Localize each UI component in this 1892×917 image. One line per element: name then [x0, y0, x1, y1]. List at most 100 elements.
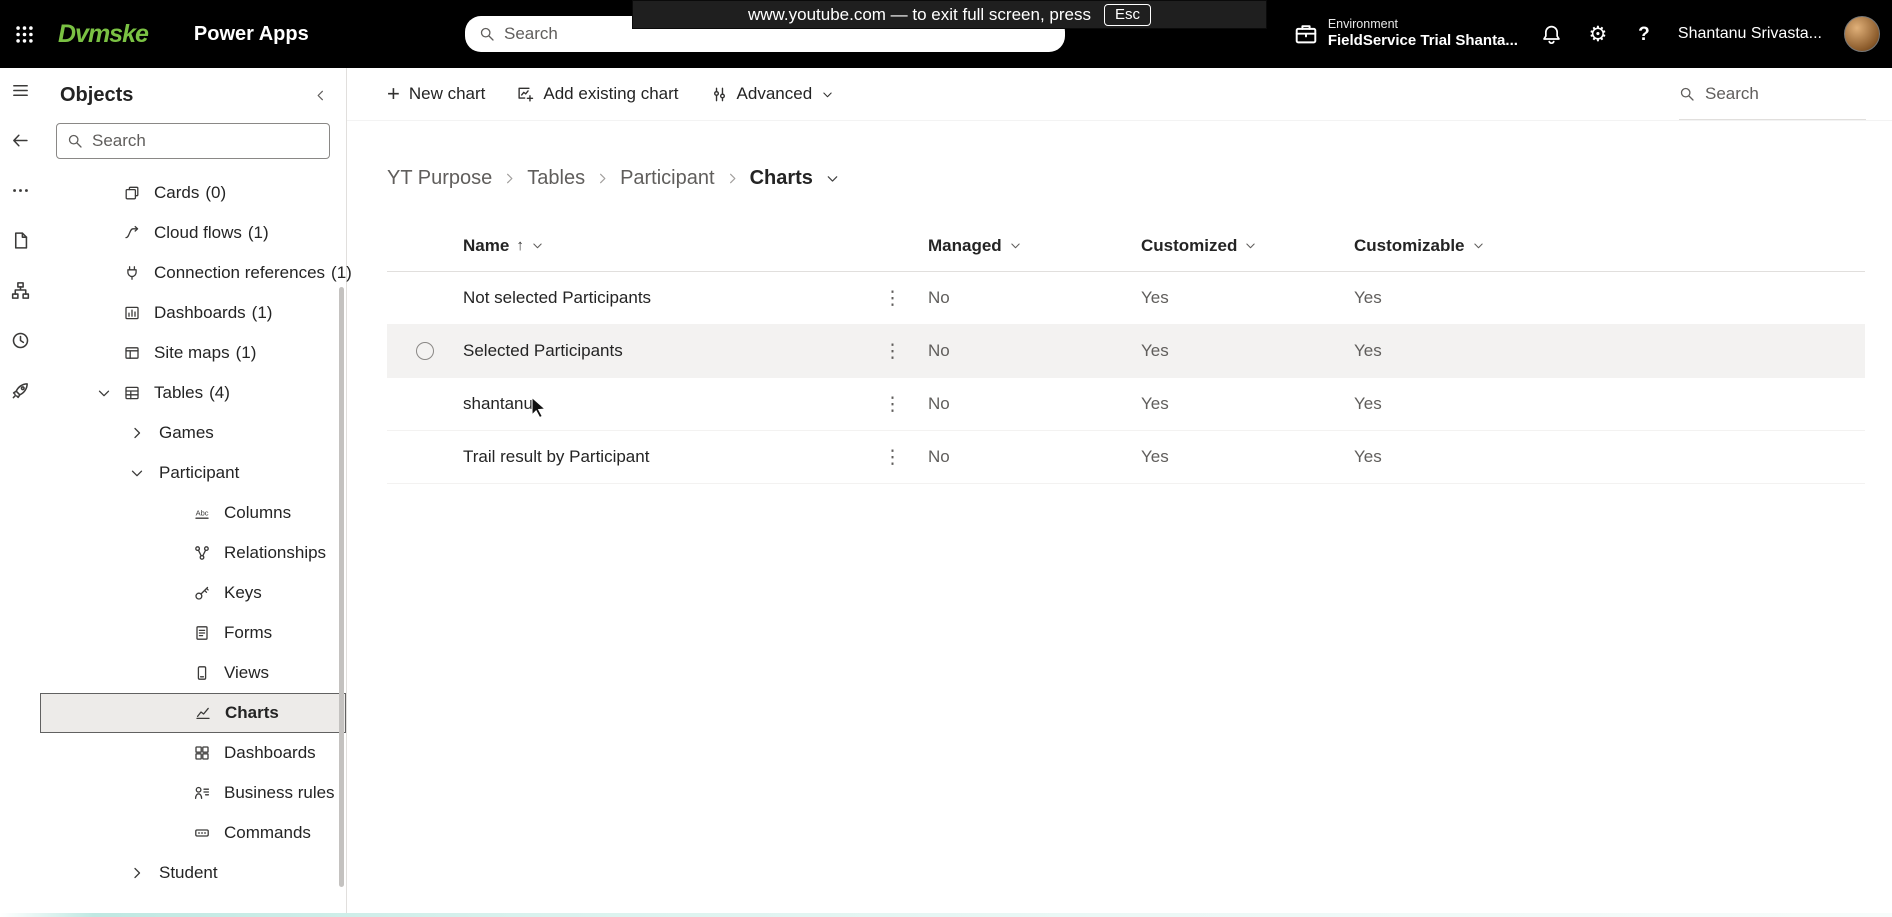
table-row-not-selected-participants[interactable]: Not selected Participants ⋮ No Yes Yes — [387, 272, 1865, 325]
sidebar-item-student[interactable]: Student — [40, 853, 346, 893]
sidebar-item-dashboards[interactable]: Dashboards — [40, 733, 346, 773]
sidebar-item-games[interactable]: Games — [40, 413, 346, 453]
chevron-down-icon[interactable] — [129, 465, 157, 481]
command-bar-search-box[interactable] — [1679, 68, 1866, 120]
rail-menu-button[interactable] — [11, 78, 30, 102]
org-logo[interactable]: Dvmske — [58, 20, 149, 49]
row-radio-button[interactable] — [416, 342, 434, 360]
environment-name: FieldService Trial Shanta... — [1327, 32, 1518, 50]
sidebar-search-box[interactable] — [56, 123, 330, 159]
user-name: Shantanu Srivasta... — [1677, 25, 1822, 42]
advanced-menu-button[interactable]: Advanced — [711, 84, 835, 104]
sidebar-item-views[interactable]: Views — [40, 653, 346, 693]
notifications-button[interactable] — [1540, 24, 1564, 45]
breadcrumb-dropdown-icon[interactable] — [825, 171, 840, 186]
add-existing-chart-button[interactable]: Add existing chart — [517, 84, 679, 104]
app-rail — [0, 68, 40, 913]
sidebar-item-label: Views — [224, 663, 270, 682]
rail-back-button[interactable] — [11, 128, 30, 152]
command-bar-search-input[interactable] — [1705, 83, 1835, 104]
site-map-icon — [124, 345, 152, 361]
breadcrumb-item-charts[interactable]: Charts — [750, 167, 813, 190]
new-chart-button[interactable]: + New chart — [387, 83, 485, 105]
sidebar-item-participant[interactable]: Participant — [40, 453, 346, 493]
breadcrumb-item-participant[interactable]: Participant — [620, 167, 715, 190]
rail-journal-button[interactable] — [11, 228, 30, 252]
help-button[interactable]: ? — [1632, 25, 1656, 44]
top-bar-right: Environment FieldService Trial Shanta...… — [1294, 0, 1892, 68]
sidebar-item-tables[interactable]: Tables (4) — [40, 373, 346, 413]
column-header-managed[interactable]: Managed — [928, 236, 1141, 256]
connection-icon — [124, 265, 152, 281]
chevron-left-icon — [313, 88, 328, 103]
sidebar-item-label: Student — [159, 863, 218, 882]
bell-icon — [1541, 24, 1562, 45]
chevron-right-icon[interactable] — [129, 425, 157, 441]
managed-cell: No — [928, 288, 950, 307]
avatar[interactable] — [1844, 16, 1880, 52]
chevron-down-icon[interactable] — [531, 239, 544, 252]
sidebar-item-charts[interactable]: Charts — [40, 693, 346, 733]
collapse-sidebar-button[interactable] — [313, 88, 328, 103]
chevron-down-icon[interactable] — [1009, 239, 1022, 252]
column-header-name[interactable]: Name ↑ — [463, 236, 883, 256]
column-header-customized[interactable]: Customized — [1141, 236, 1354, 256]
chart-name-link[interactable]: Selected Participants — [463, 341, 883, 361]
command-bar: + New chart Add existing chart Advanced — [347, 68, 1892, 121]
managed-cell: No — [928, 447, 950, 466]
rail-solutions-button[interactable] — [11, 378, 30, 402]
table-row-selected-participants[interactable]: Selected Participants ⋮ No Yes Yes — [387, 325, 1865, 378]
sitemap-icon — [11, 281, 30, 300]
table-row-shantanu[interactable]: shantanu ⋮ No Yes Yes — [387, 378, 1865, 431]
row-select-cell[interactable] — [387, 342, 463, 360]
chart-name-link[interactable]: shantanu — [463, 394, 883, 414]
settings-button[interactable]: ⚙ — [1586, 24, 1610, 45]
sidebar-item-dashboards[interactable]: Dashboards (1) — [40, 293, 346, 333]
sidebar-item-site-maps[interactable]: Site maps (1) — [40, 333, 346, 373]
history-icon — [11, 331, 30, 350]
sidebar-item-keys[interactable]: Keys — [40, 573, 346, 613]
column-header-customizable[interactable]: Customizable — [1354, 236, 1865, 256]
breadcrumb-separator-icon — [595, 171, 610, 186]
sliders-icon — [711, 86, 728, 103]
chevron-down-icon[interactable] — [1244, 239, 1257, 252]
row-more-options-icon[interactable]: ⋮ — [883, 340, 928, 363]
chevron-right-icon[interactable] — [129, 865, 157, 881]
breadcrumb-separator-icon — [725, 171, 740, 186]
sidebar-header: Objects — [40, 68, 346, 121]
customizable-cell: Yes — [1354, 341, 1382, 360]
sidebar-item-cards[interactable]: Cards (0) — [40, 173, 346, 213]
table-row-trail-result-by-participant[interactable]: Trail result by Participant ⋮ No Yes Yes — [387, 431, 1865, 484]
rail-sitemap-button[interactable] — [11, 278, 30, 302]
sidebar-item-label: Keys — [224, 583, 262, 602]
environment-picker[interactable]: Environment FieldService Trial Shanta... — [1294, 17, 1518, 51]
sidebar-item-commands[interactable]: Commands — [40, 813, 346, 853]
breadcrumb-item-tables[interactable]: Tables — [527, 167, 585, 190]
sidebar-item-cloud-flows[interactable]: Cloud flows (1) — [40, 213, 346, 253]
breadcrumb-item-yt-purpose[interactable]: YT Purpose — [387, 167, 492, 190]
customized-cell: Yes — [1141, 288, 1169, 307]
customized-cell: Yes — [1141, 447, 1169, 466]
sidebar-item-relationships[interactable]: Relationships — [40, 533, 346, 573]
sidebar-search-input[interactable] — [92, 131, 302, 151]
chevron-down-icon[interactable] — [96, 385, 124, 401]
rail-history-button[interactable] — [11, 328, 30, 352]
chart-name-link[interactable]: Trail result by Participant — [463, 447, 883, 467]
customizable-cell: Yes — [1354, 447, 1382, 466]
row-more-options-icon[interactable]: ⋮ — [883, 393, 928, 416]
sidebar-item-connection-references[interactable]: Connection references (1) — [40, 253, 352, 293]
chart-name-link[interactable]: Not selected Participants — [463, 288, 883, 308]
row-more-options-icon[interactable]: ⋮ — [883, 287, 928, 310]
rail-more-button[interactable] — [11, 178, 30, 202]
sidebar-item-forms[interactable]: Forms — [40, 613, 346, 653]
more-horizontal-icon — [11, 181, 30, 200]
row-more-options-icon[interactable]: ⋮ — [883, 446, 928, 469]
app-launcher-button[interactable] — [0, 0, 48, 68]
esc-key: Esc — [1103, 3, 1151, 26]
sidebar-item-columns[interactable]: Abc Columns — [40, 493, 346, 533]
chevron-down-icon[interactable] — [1472, 239, 1485, 252]
sidebar-item-business-rules[interactable]: Business rules — [40, 773, 346, 813]
sidebar-item-label: Charts — [225, 703, 279, 722]
relationships-icon — [194, 545, 222, 561]
sidebar-scrollbar[interactable] — [339, 287, 344, 887]
